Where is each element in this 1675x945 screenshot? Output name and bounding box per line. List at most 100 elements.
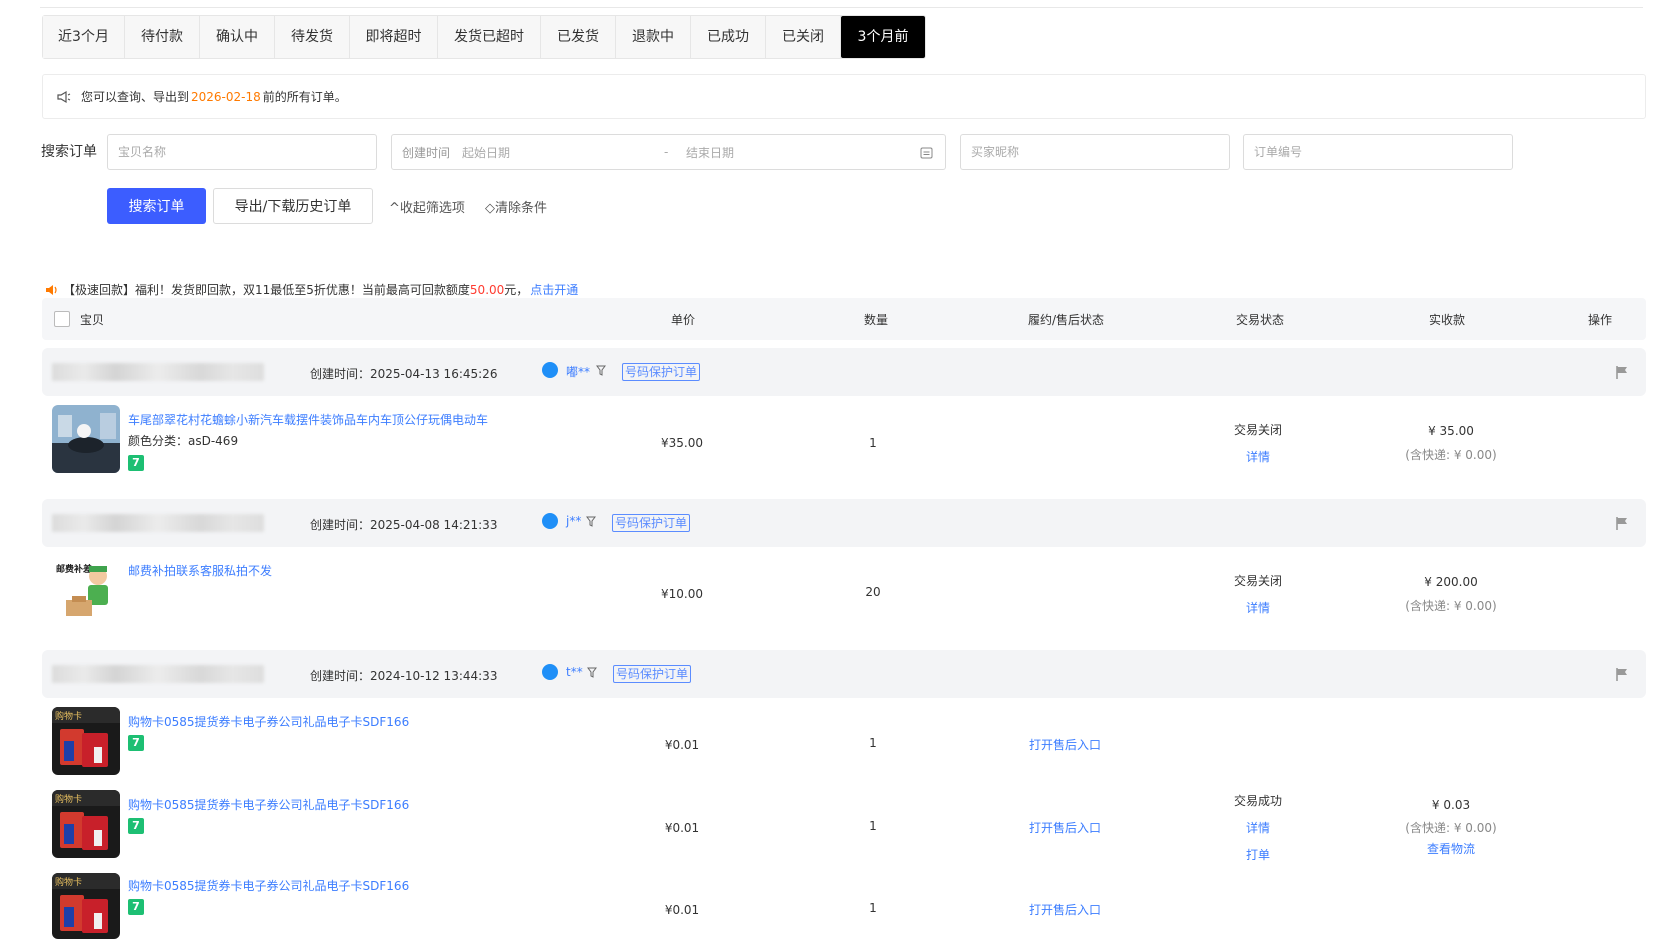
shipping-fee: (含快递: ¥ 0.00) — [1405, 448, 1497, 462]
quantity: 1 — [869, 901, 877, 915]
collapse-filters-label: 收起筛选项 — [399, 201, 465, 216]
tab-confirming[interactable]: 确认中 — [200, 16, 275, 58]
tab-shipped[interactable]: 已发货 — [541, 16, 616, 58]
paid-amount: ¥ 200.00 — [1424, 575, 1478, 589]
filter-icon[interactable] — [586, 516, 596, 527]
unit-price: ¥35.00 — [661, 436, 703, 450]
svg-text:购物卡: 购物卡 — [55, 876, 82, 888]
order-item-row: 车尾部翠花村花蟾蜍小新汽车载摆件装饰品车内车顶公仔玩偶电动车 颜色分类：asD-… — [42, 405, 1646, 477]
product-thumbnail[interactable]: 邮费补差 — [52, 556, 120, 624]
quantity: 20 — [865, 585, 881, 599]
order-status-tabs: 近3个月 待付款 确认中 待发货 即将超时 发货已超时 已发货 退款中 已成功 … — [42, 15, 926, 59]
chat-icon[interactable] — [542, 513, 558, 529]
product-title[interactable]: 购物卡0585提货券卡电子券公司礼品电子卡SDF166 — [128, 713, 409, 730]
promo-activate-link[interactable]: 点击开通 — [530, 281, 578, 298]
col-trade-status: 交易状态 — [1236, 313, 1285, 327]
product-sku: 颜色分类：asD-469 — [128, 434, 239, 448]
buyer-nickname-input[interactable] — [960, 134, 1230, 170]
export-history-button[interactable]: 导出/下载历史订单 — [213, 188, 373, 224]
search-label: 搜索订单 — [41, 144, 97, 160]
tab-3-months-ago[interactable]: 3个月前 — [841, 16, 925, 58]
created-date-range[interactable]: 创建时间 起始日期 - 结束日期 — [391, 134, 946, 170]
export-notice: 您可以查询、导出到 2026-02-18 前的所有订单。 — [42, 74, 1646, 119]
open-after-sales-link[interactable]: 打开售后入口 — [1029, 819, 1101, 836]
seven-day-return-icon: 7 — [128, 735, 144, 751]
unit-price: ¥0.01 — [664, 738, 700, 752]
tab-pending-payment[interactable]: 待付款 — [125, 16, 200, 58]
table-header: 宝贝 单价 数量 履约/售后状态 交易状态 实收款 操作 — [42, 298, 1646, 340]
print-label-link[interactable]: 打单 — [1246, 846, 1270, 863]
buyer-nickname[interactable]: j** — [566, 514, 581, 528]
unit-price: ¥0.01 — [664, 821, 700, 835]
order-number-input[interactable] — [1243, 134, 1513, 170]
order-header: 创建时间：2024-10-12 13:44:33 t** 号码保护订单 — [42, 650, 1646, 698]
end-date-field[interactable]: 结束日期 — [686, 144, 734, 161]
col-action: 操作 — [1588, 313, 1613, 327]
svg-text:购物卡: 购物卡 — [55, 793, 82, 805]
eraser-icon: ◇ — [485, 201, 495, 216]
shipping-fee: (含快递: ¥ 0.00) — [1405, 821, 1497, 835]
tab-shipping-timeout[interactable]: 发货已超时 — [438, 16, 541, 58]
col-paid: 实收款 — [1429, 313, 1466, 327]
order-item-row: 购物卡 购物卡0585提货券卡电子券公司礼品电子卡SDF166 7 ¥0.01 … — [42, 707, 1646, 779]
col-price: 单价 — [671, 313, 696, 327]
top-divider — [40, 7, 1643, 8]
select-all-checkbox[interactable] — [54, 311, 70, 327]
order-created-time: 创建时间：2025-04-13 16:45:26 — [310, 367, 498, 381]
tab-recent-3-months[interactable]: 近3个月 — [43, 16, 125, 58]
tab-about-to-timeout[interactable]: 即将超时 — [350, 16, 438, 58]
detail-link[interactable]: 详情 — [1246, 819, 1270, 836]
item-name-input[interactable] — [107, 134, 377, 170]
chat-icon[interactable] — [542, 664, 558, 680]
order-item-row: 购物卡 购物卡0585提货券卡电子券公司礼品电子卡SDF166 7 ¥0.01 … — [42, 790, 1646, 862]
product-title[interactable]: 购物卡0585提货券卡电子券公司礼品电子卡SDF166 — [128, 796, 409, 813]
chat-icon[interactable] — [542, 362, 558, 378]
product-thumbnail[interactable]: 购物卡 — [52, 790, 120, 858]
promo-text: 【极速回款】福利！发货即回款，双11最低至5折优惠！当前最高可回款额度 — [63, 283, 470, 297]
trade-status: 交易关闭 — [1233, 423, 1283, 437]
product-thumbnail[interactable] — [52, 405, 120, 473]
detail-link[interactable]: 详情 — [1246, 599, 1270, 616]
clear-conditions-link[interactable]: ◇清除条件 — [485, 197, 547, 216]
detail-link[interactable]: 详情 — [1246, 448, 1270, 465]
buyer-nickname[interactable]: 嘟** — [566, 363, 590, 380]
unit-price: ¥0.01 — [664, 903, 700, 917]
flag-icon[interactable] — [1615, 667, 1629, 682]
open-after-sales-link[interactable]: 打开售后入口 — [1029, 736, 1101, 753]
quantity: 1 — [869, 436, 877, 450]
product-title[interactable]: 购物卡0585提货券卡电子券公司礼品电子卡SDF166 — [128, 877, 409, 894]
fast-payback-promo: 【极速回款】福利！发货即回款，双11最低至5折优惠！当前最高可回款额度 50.0… — [45, 281, 578, 298]
product-thumbnail[interactable]: 购物卡 — [52, 873, 120, 939]
tab-closed[interactable]: 已关闭 — [766, 16, 841, 58]
search-orders-button[interactable]: 搜索订单 — [107, 188, 206, 224]
product-title[interactable]: 车尾部翠花村花蟾蜍小新汽车载摆件装饰品车内车顶公仔玩偶电动车 — [128, 411, 488, 428]
notice-suffix: 前的所有订单。 — [262, 90, 347, 104]
trade-status: 交易成功 — [1233, 794, 1283, 808]
tab-to-ship[interactable]: 待发货 — [275, 16, 350, 58]
product-thumbnail[interactable]: 购物卡 — [52, 707, 120, 775]
open-after-sales-link[interactable]: 打开售后入口 — [1029, 901, 1101, 918]
tab-refunding[interactable]: 退款中 — [616, 16, 691, 58]
view-logistics-link[interactable]: 查看物流 — [1427, 840, 1475, 857]
product-title[interactable]: 邮费补拍联系客服私拍不发 — [128, 562, 272, 579]
unit-price: ¥10.00 — [661, 587, 703, 601]
buyer-nickname[interactable]: t** — [566, 665, 583, 679]
collapse-filters-link[interactable]: ^收起筛选项 — [389, 197, 465, 216]
notice-date: 2026-02-18 — [191, 89, 261, 104]
promo-amount: 50.00 — [469, 282, 505, 297]
seven-day-return-icon: 7 — [128, 455, 144, 471]
calendar-icon[interactable] — [920, 146, 933, 159]
trade-status: 交易关闭 — [1233, 574, 1283, 588]
flag-icon[interactable] — [1615, 516, 1629, 531]
tab-succeeded[interactable]: 已成功 — [691, 16, 766, 58]
paid-amount: ¥ 0.03 — [1431, 798, 1471, 812]
col-qty: 数量 — [864, 313, 889, 327]
filter-icon[interactable] — [596, 365, 606, 376]
paid-amount: ¥ 35.00 — [1428, 424, 1474, 438]
seven-day-return-icon: 7 — [128, 818, 144, 834]
date-separator: - — [664, 145, 669, 159]
start-date-field[interactable]: 起始日期 — [462, 144, 510, 161]
filter-icon[interactable] — [587, 667, 597, 678]
notice-prefix: 您可以查询、导出到 — [81, 90, 190, 104]
flag-icon[interactable] — [1615, 365, 1629, 380]
